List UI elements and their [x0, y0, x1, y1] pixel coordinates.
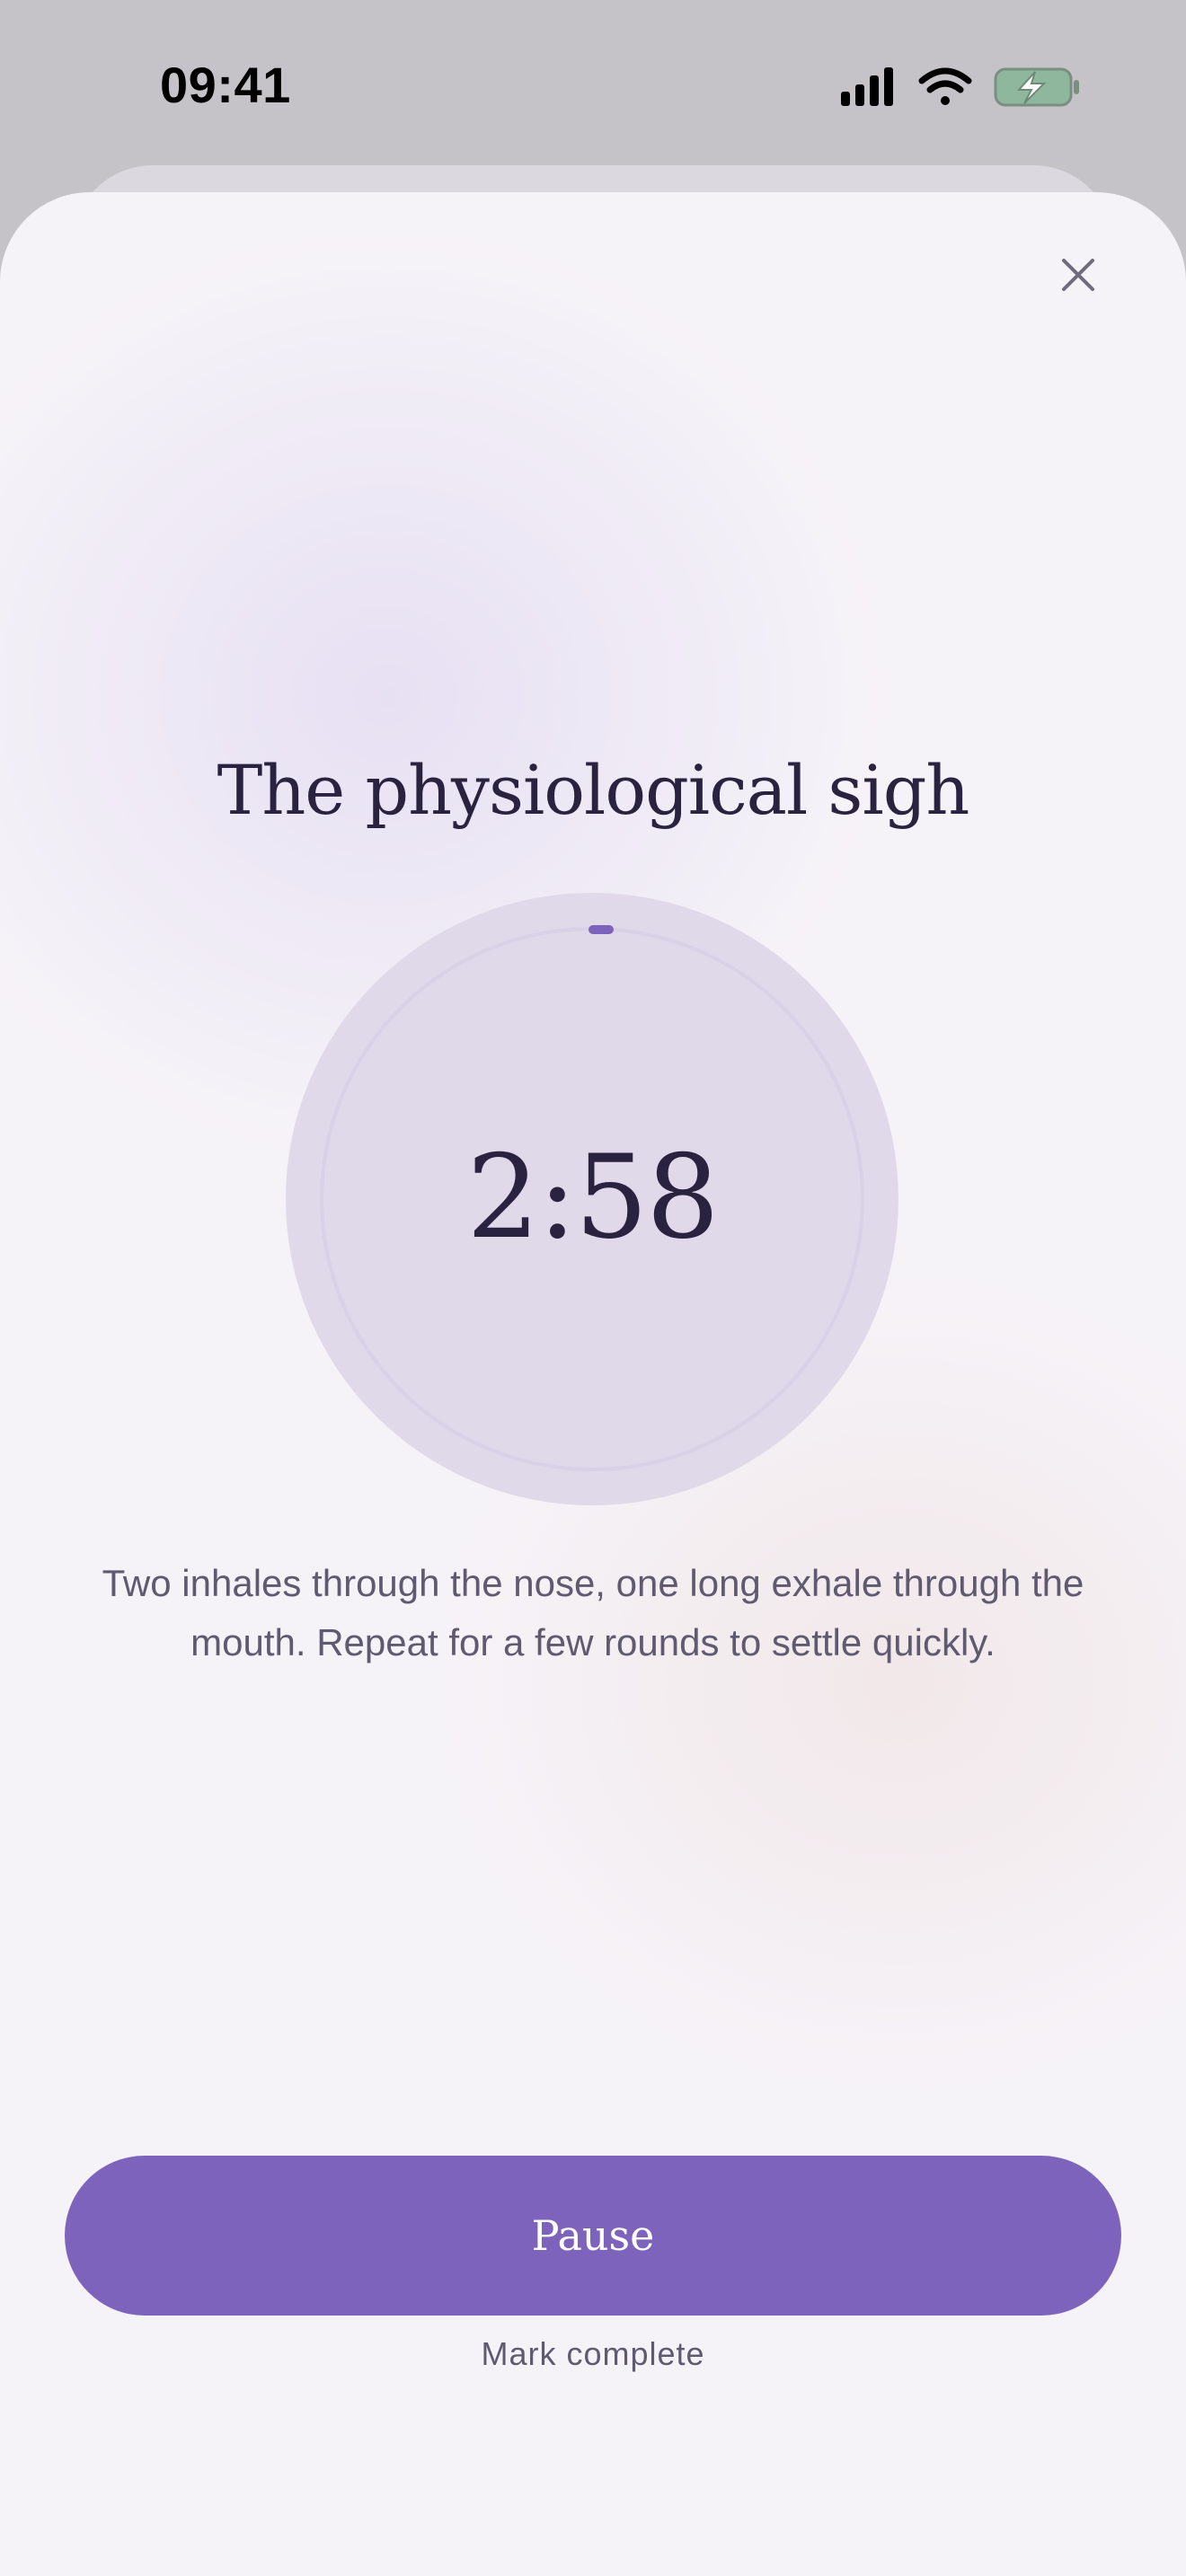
battery-charging-icon [994, 67, 1079, 107]
close-icon [1062, 259, 1094, 291]
exercise-title: The physiological sigh [217, 750, 970, 830]
status-bar: 09:41 [0, 0, 1186, 171]
status-icons [841, 67, 1079, 107]
close-button[interactable] [1051, 248, 1105, 302]
pause-button[interactable]: Pause [65, 2156, 1121, 2316]
exercise-description: Two inhales through the nose, one long e… [102, 1562, 1084, 1663]
timer-circle: 2:58 [286, 893, 898, 1505]
wifi-icon [918, 67, 972, 105]
status-time: 09:41 [160, 57, 291, 113]
mark-complete-link[interactable]: Mark complete [0, 2335, 1186, 2373]
cellular-signal-icon [841, 67, 893, 106]
timer-value: 2:58 [466, 1131, 719, 1265]
timer-progress-indicator [589, 925, 614, 934]
